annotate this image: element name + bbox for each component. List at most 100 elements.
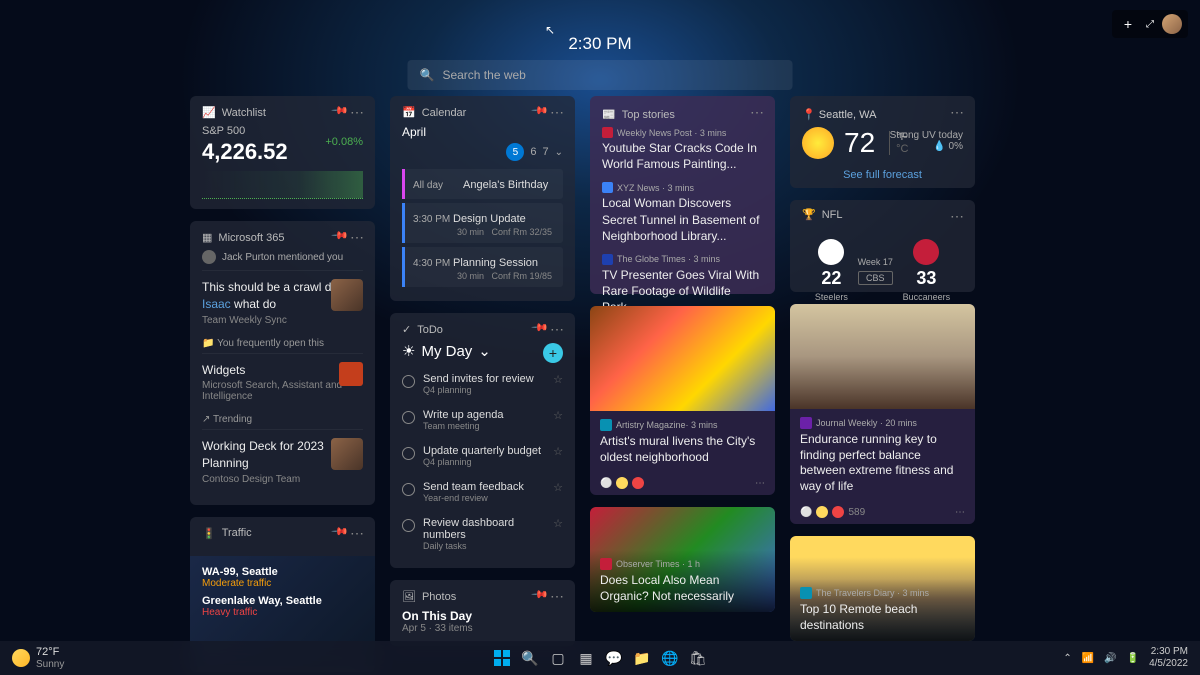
more-icon[interactable]: ⋯ bbox=[950, 208, 965, 225]
more-icon[interactable]: ⋯ bbox=[350, 525, 365, 542]
top-right-controls: + ⤢ bbox=[1112, 10, 1188, 38]
more-icon[interactable]: ⋯ bbox=[755, 478, 765, 489]
event-allday[interactable]: All dayAngela's Birthday bbox=[402, 169, 563, 199]
checkbox[interactable] bbox=[402, 483, 415, 496]
calendar-widget[interactable]: 📅Calendar 📌⋯ April 5 6 7 ⌄ All dayAngela… bbox=[390, 96, 575, 301]
reaction-icon[interactable] bbox=[616, 477, 628, 489]
share-icon[interactable]: ⚪ bbox=[800, 507, 812, 518]
checkbox[interactable] bbox=[402, 411, 415, 424]
stock-change: +0.08% bbox=[325, 136, 363, 148]
more-icon[interactable]: ⋯ bbox=[550, 104, 565, 121]
reaction-icon[interactable] bbox=[632, 477, 644, 489]
myday-header[interactable]: ☀My Day⌄ bbox=[402, 342, 563, 360]
weather-temp: 72 bbox=[844, 127, 875, 159]
more-icon[interactable]: ⋯ bbox=[350, 229, 365, 246]
people-thumb bbox=[331, 438, 363, 470]
search-input[interactable]: 🔍 Search the web bbox=[408, 60, 793, 90]
chevron-down-icon[interactable]: ⌄ bbox=[555, 147, 563, 158]
news-card-mural[interactable]: Artistry Magazine· 3 mins Artist's mural… bbox=[590, 306, 775, 495]
date-selected[interactable]: 5 bbox=[506, 143, 524, 161]
more-icon[interactable]: ⋯ bbox=[550, 321, 565, 338]
mention-card[interactable]: This should be a crawl design Isaac what… bbox=[202, 270, 363, 334]
reaction-icon[interactable] bbox=[832, 506, 844, 518]
star-icon[interactable]: ☆ bbox=[553, 445, 563, 458]
checkbox[interactable] bbox=[402, 519, 415, 532]
add-widget-button[interactable]: + bbox=[1118, 14, 1138, 34]
event-2[interactable]: 4:30 PMPlanning Session30 min Conf Rm 19… bbox=[402, 247, 563, 287]
star-icon[interactable]: ☆ bbox=[553, 517, 563, 530]
widgets-button[interactable]: ▦ bbox=[576, 648, 596, 668]
source-icon bbox=[602, 127, 613, 138]
checkbox[interactable] bbox=[402, 447, 415, 460]
reaction-icon[interactable] bbox=[816, 506, 828, 518]
source-icon bbox=[602, 182, 613, 193]
user-avatar[interactable] bbox=[1162, 14, 1182, 34]
search-button[interactable]: 🔍 bbox=[520, 648, 540, 668]
story-item[interactable]: Weekly News Post · 3 minsYoutube Star Cr… bbox=[602, 127, 763, 172]
add-task-button[interactable]: + bbox=[543, 343, 563, 363]
photos-widget[interactable]: 🖼Photos 📌⋯ On This Day Apr 5 · 33 items bbox=[390, 580, 575, 646]
person-avatar bbox=[331, 279, 363, 311]
battery-icon[interactable]: 🔋 bbox=[1127, 653, 1139, 664]
story-item[interactable]: XYZ News · 3 minsLocal Woman Discovers S… bbox=[602, 182, 763, 244]
task-item[interactable]: Write up agendaTeam meeting☆ bbox=[402, 402, 563, 438]
news-card-running[interactable]: Journal Weekly · 20 mins Endurance runni… bbox=[790, 304, 975, 524]
sparkline-chart bbox=[202, 171, 363, 199]
top-stories-widget[interactable]: 📰Top stories ⋯ Weekly News Post · 3 mins… bbox=[590, 96, 775, 294]
star-icon[interactable]: ☆ bbox=[553, 481, 563, 494]
nfl-widget[interactable]: 🏆NFL ⋯ 22Steelers Week 17CBS 33Buccaneer… bbox=[790, 200, 975, 292]
todo-icon: ✓ bbox=[402, 323, 411, 336]
more-icon[interactable]: ⋯ bbox=[950, 104, 965, 121]
forecast-link[interactable]: See full forecast bbox=[802, 169, 963, 181]
collapse-icon[interactable]: ⤢ bbox=[1142, 17, 1158, 32]
task-item[interactable]: Send team feedbackYear-end review☆ bbox=[402, 474, 563, 510]
start-button[interactable] bbox=[492, 648, 512, 668]
more-icon[interactable]: ⋯ bbox=[750, 104, 765, 121]
news-card-beach[interactable]: The Travelers Diary · 3 mins Top 10 Remo… bbox=[790, 536, 975, 641]
news-card-food[interactable]: Observer Times · 1 h Does Local Also Mea… bbox=[590, 507, 775, 612]
edge-button[interactable]: 🌐 bbox=[660, 648, 680, 668]
weather-widget[interactable]: 📍 Seattle, WA ⋯ 72 °F°C Strong UV today💧… bbox=[790, 96, 975, 188]
source-icon bbox=[602, 254, 613, 265]
search-placeholder: Search the web bbox=[442, 68, 525, 82]
checkbox[interactable] bbox=[402, 375, 415, 388]
chevron-up-icon[interactable]: ⌃ bbox=[1063, 653, 1071, 664]
traffic-icon: 🚦 bbox=[202, 527, 216, 540]
volume-icon[interactable]: 🔊 bbox=[1104, 653, 1116, 664]
news-image bbox=[590, 306, 775, 411]
more-icon[interactable]: ⋯ bbox=[350, 104, 365, 121]
m365-icon: ▦ bbox=[202, 231, 212, 244]
task-item[interactable]: Send invites for reviewQ4 planning☆ bbox=[402, 366, 563, 402]
todo-widget[interactable]: ✓ToDo 📌⋯ ☀My Day⌄ + Send invites for rev… bbox=[390, 313, 575, 568]
event-1[interactable]: 3:30 PMDesign Update30 min Conf Rm 32/35 bbox=[402, 203, 563, 243]
task-item[interactable]: Review dashboard numbersDaily tasks☆ bbox=[402, 510, 563, 558]
task-item[interactable]: Update quarterly budgetQ4 planning☆ bbox=[402, 438, 563, 474]
widgets-card[interactable]: Widgets Microsoft Search, Assistant and … bbox=[202, 353, 363, 411]
news-image bbox=[790, 304, 975, 409]
date-picker[interactable]: 5 6 7 ⌄ bbox=[402, 143, 563, 161]
star-icon[interactable]: ☆ bbox=[553, 373, 563, 386]
news-icon: 📰 bbox=[602, 108, 616, 121]
explorer-button[interactable]: 📁 bbox=[632, 648, 652, 668]
taskbar-apps: 🔍 ▢ ▦ 💬 📁 🌐 🛍 bbox=[492, 648, 708, 668]
deck-card[interactable]: Working Deck for 2023 Planning Contoso D… bbox=[202, 429, 363, 493]
source-icon bbox=[800, 417, 812, 429]
more-icon[interactable]: ⋯ bbox=[955, 507, 965, 518]
chat-button[interactable]: 💬 bbox=[604, 648, 624, 668]
share-icon[interactable]: ⚪ bbox=[600, 478, 612, 489]
avatar-icon bbox=[202, 250, 216, 264]
star-icon[interactable]: ☆ bbox=[553, 409, 563, 422]
more-icon[interactable]: ⋯ bbox=[550, 588, 565, 605]
taskbar: 72°FSunny 🔍 ▢ ▦ 💬 📁 🌐 🛍 ⌃ 📶 🔊 🔋 2:30 PM4… bbox=[0, 641, 1200, 675]
m365-title: Microsoft 365 bbox=[218, 232, 284, 244]
photos-heading: On This Day bbox=[402, 609, 563, 623]
m365-widget[interactable]: ▦Microsoft 365 📌⋯ Jack Purton mentioned … bbox=[190, 221, 375, 505]
store-button[interactable]: 🛍 bbox=[688, 648, 708, 668]
taskbar-weather[interactable]: 72°FSunny bbox=[12, 646, 64, 669]
wifi-icon[interactable]: 📶 bbox=[1082, 653, 1094, 664]
team-logo bbox=[818, 239, 844, 265]
system-tray[interactable]: ⌃ 📶 🔊 🔋 2:30 PM4/5/2022 bbox=[1063, 646, 1188, 670]
watchlist-widget[interactable]: 📈Watchlist 📌⋯ S&P 500 4,226.52 +0.08% bbox=[190, 96, 375, 209]
team-1: 22Steelers bbox=[815, 239, 848, 302]
taskview-button[interactable]: ▢ bbox=[548, 648, 568, 668]
